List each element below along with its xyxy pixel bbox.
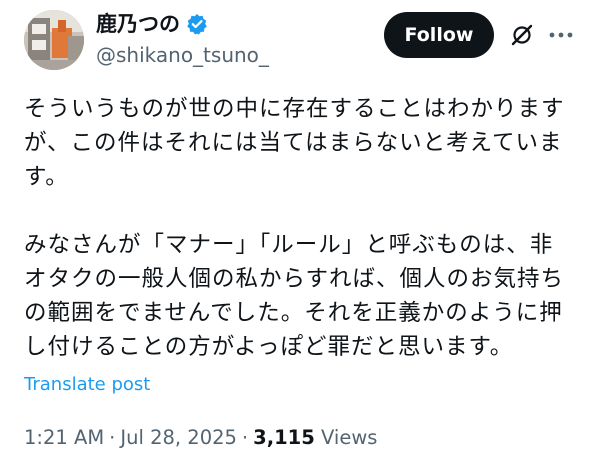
meta-separator: ·	[241, 426, 249, 449]
post-paragraph: みなさんが「マナー」「ルール」と呼ぶものは、非 オタクの一般人個の私からすれば、…	[24, 232, 565, 360]
post-text: そういうものが世の中に存在することはわかります が、この件はそれには当てはまらな…	[24, 92, 576, 364]
post-meta: 1:21 AM · Jul 28, 2025 · 3,115 Views	[24, 424, 377, 452]
follow-button[interactable]: Follow	[384, 12, 494, 58]
more-icon[interactable]	[546, 23, 576, 47]
views-label: Views	[321, 426, 378, 449]
post-time[interactable]: 1:21 AM	[24, 426, 104, 449]
author-name-row: 鹿乃つの	[96, 10, 208, 38]
post-date[interactable]: Jul 28, 2025	[120, 426, 237, 449]
author-handle[interactable]: @shikano_tsuno_	[96, 42, 269, 68]
views-count: 3,115	[253, 426, 315, 449]
avatar-image	[24, 10, 84, 70]
translate-post-link[interactable]: Translate post	[24, 373, 150, 397]
meta-separator: ·	[109, 426, 116, 449]
post-paragraph: そういうものが世の中に存在することはわかります が、この件はそれには当てはまらな…	[24, 96, 565, 190]
post-card: 鹿乃つの @shikano_tsuno_ Follow そういうものが世の中に存…	[0, 0, 600, 470]
author-display-name[interactable]: 鹿乃つの	[96, 10, 180, 38]
avatar[interactable]	[24, 10, 84, 70]
grok-icon[interactable]	[510, 23, 534, 47]
verified-badge-icon	[187, 14, 207, 35]
